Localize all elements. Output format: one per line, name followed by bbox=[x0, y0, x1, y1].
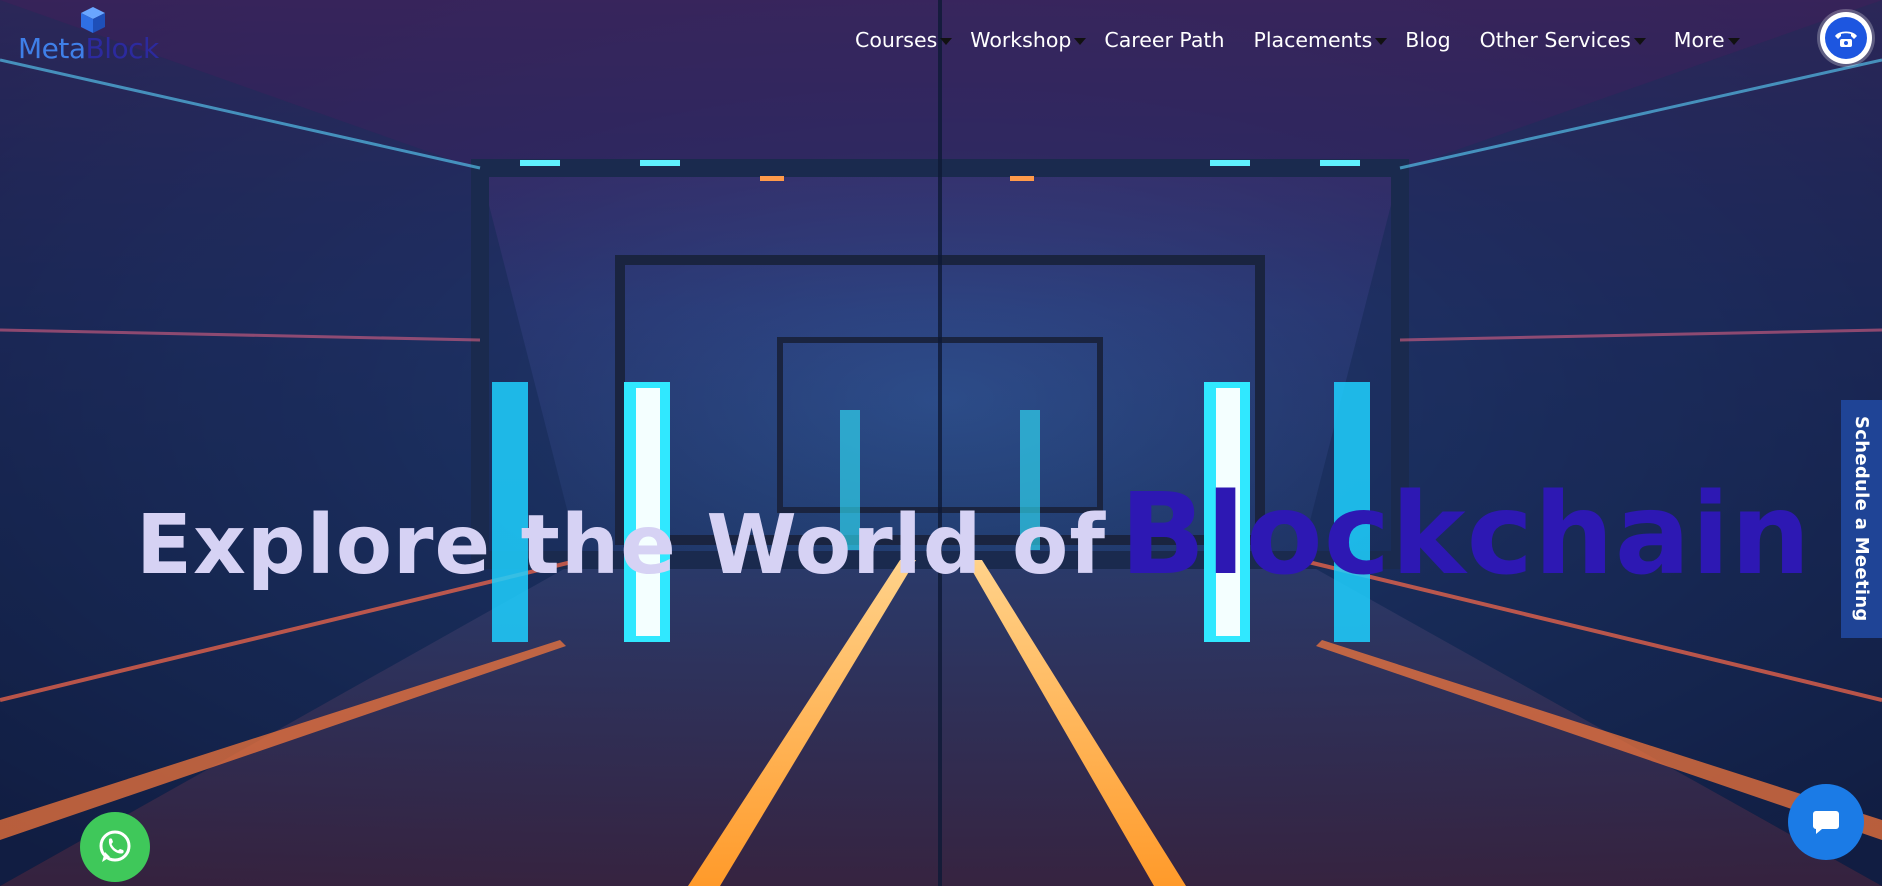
sci-fi-corridor-image bbox=[0, 0, 1882, 886]
schedule-meeting-tab[interactable]: Schedule a Meeting bbox=[1841, 400, 1882, 638]
whatsapp-icon bbox=[99, 830, 131, 862]
nav-item-label: Courses bbox=[855, 28, 938, 52]
chat-bubble-icon bbox=[1813, 811, 1839, 834]
nav-item-label: Placements bbox=[1253, 28, 1373, 52]
nav-item-placements[interactable]: Placements bbox=[1253, 28, 1388, 52]
brand-logo[interactable]: MetaBlock bbox=[18, 6, 178, 66]
caret-down-icon bbox=[1727, 37, 1740, 45]
call-button[interactable] bbox=[1820, 12, 1872, 64]
nav-item-other-services[interactable]: Other Services bbox=[1480, 28, 1646, 52]
brand-name-part1: Meta bbox=[18, 32, 86, 65]
nav-item-label: Workshop bbox=[970, 28, 1072, 52]
hero-background bbox=[0, 0, 1882, 886]
main-navigation: Courses Workshop Career Path Placements … bbox=[855, 22, 1740, 58]
nav-item-blog[interactable]: Blog bbox=[1405, 28, 1450, 52]
nav-item-label: Blog bbox=[1405, 28, 1451, 52]
hero-heading-highlight: Blockchain bbox=[1120, 470, 1812, 600]
hero-heading: Explore the World of Blockchain bbox=[136, 470, 1811, 600]
nav-item-workshop[interactable]: Workshop bbox=[970, 28, 1087, 52]
brand-name-part2: Block bbox=[85, 32, 160, 65]
caret-down-icon bbox=[1633, 37, 1646, 45]
cube-icon bbox=[81, 7, 105, 33]
caret-down-icon bbox=[940, 37, 953, 45]
call-button-inner bbox=[1825, 17, 1867, 59]
caret-down-icon bbox=[1375, 37, 1388, 45]
nav-item-more[interactable]: More bbox=[1674, 28, 1740, 52]
whatsapp-button[interactable] bbox=[80, 812, 150, 882]
hero-heading-prefix: Explore the World of bbox=[136, 498, 1107, 593]
schedule-meeting-label: Schedule a Meeting bbox=[1851, 416, 1872, 622]
nav-item-label: More bbox=[1673, 28, 1725, 52]
caret-down-icon bbox=[1074, 37, 1087, 45]
chat-button[interactable] bbox=[1788, 784, 1864, 860]
nav-item-label: Other Services bbox=[1479, 28, 1631, 52]
nav-item-label: Career Path bbox=[1104, 28, 1225, 52]
nav-item-courses[interactable]: Courses bbox=[855, 28, 953, 52]
nav-item-career-path[interactable]: Career Path bbox=[1104, 28, 1224, 52]
phone-call-icon bbox=[1835, 31, 1857, 47]
brand-name: MetaBlock bbox=[18, 32, 159, 65]
